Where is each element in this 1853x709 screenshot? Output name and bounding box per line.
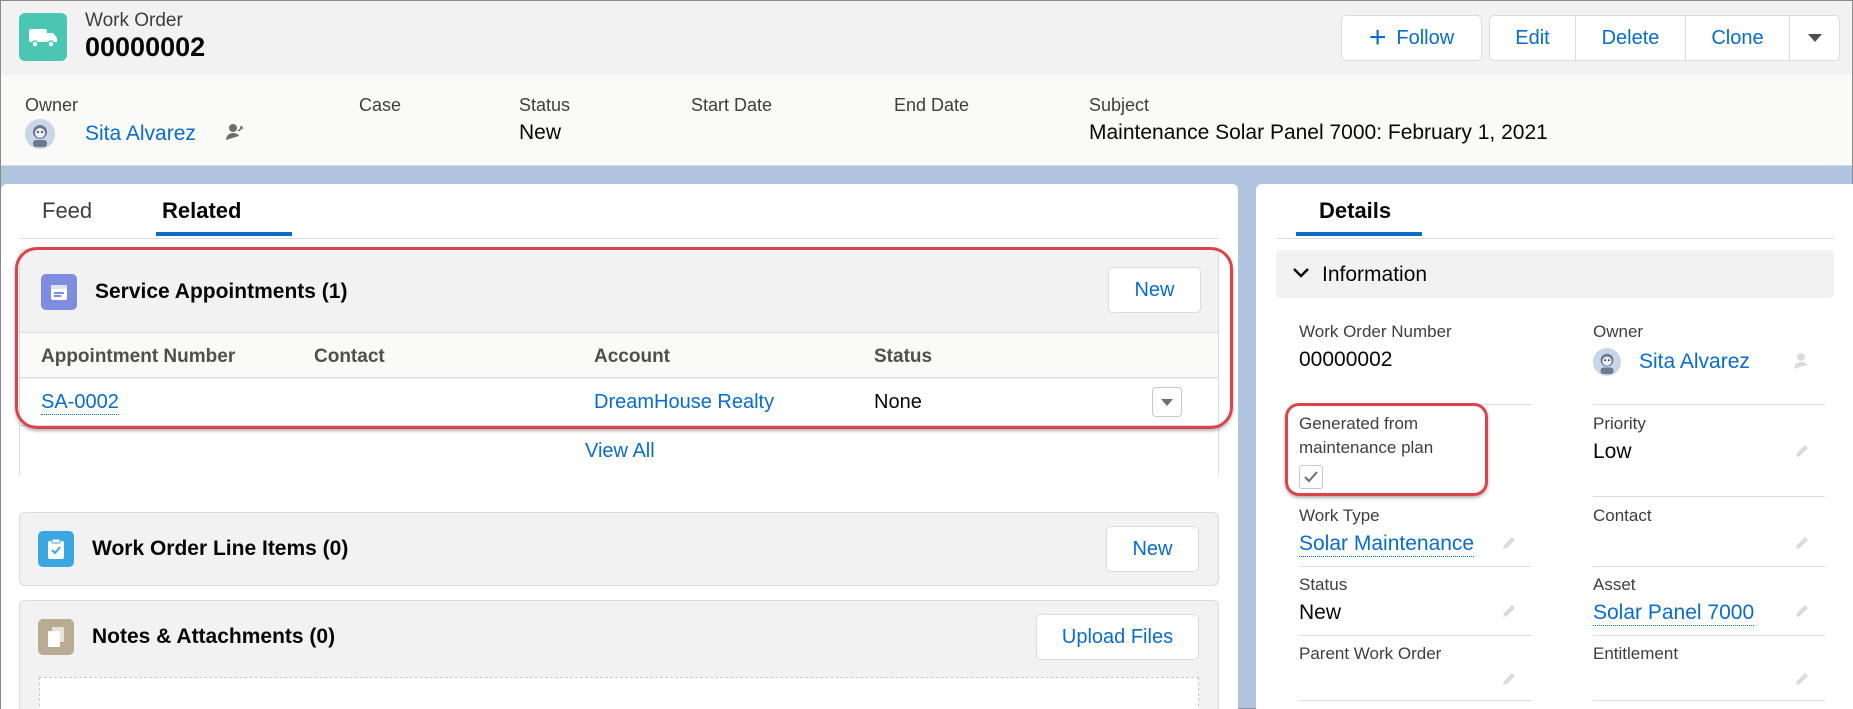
- divider: [1593, 635, 1825, 636]
- notes-attachments-title: Notes & Attachments (0): [92, 625, 336, 648]
- priority-field: Priority Low: [1593, 412, 1823, 464]
- status-label: Status: [519, 95, 571, 115]
- end-date-label: End Date: [894, 95, 970, 115]
- work-type-link[interactable]: Solar Maintenance: [1299, 532, 1475, 557]
- more-actions-button[interactable]: [1790, 15, 1840, 61]
- generated-from-plan-highlight: [1285, 403, 1488, 496]
- work-order-number-label: Work Order Number: [1299, 322, 1452, 341]
- active-tab-indicator: [156, 232, 292, 236]
- plus-icon: +: [1368, 21, 1387, 54]
- owner-field: Sita Alvarez: [25, 119, 244, 149]
- contact-label: Contact: [1593, 506, 1652, 525]
- avatar: [1593, 348, 1621, 376]
- information-section-header[interactable]: Information: [1276, 250, 1834, 298]
- new-line-item-button[interactable]: New: [1106, 526, 1199, 572]
- owner-detail-link[interactable]: Sita Alvarez: [1639, 350, 1750, 374]
- work-type-field: Work Type Solar Maintenance: [1299, 504, 1529, 557]
- line-items-card: Work Order Line Items (0) New: [19, 512, 1219, 586]
- record-title: 00000002: [85, 32, 206, 62]
- start-date-label: Start Date: [691, 95, 773, 115]
- asset-link[interactable]: Solar Panel 7000: [1593, 601, 1755, 626]
- parent-work-order-field: Parent Work Order: [1299, 642, 1529, 666]
- asset-label: Asset: [1593, 575, 1636, 594]
- change-owner-icon[interactable]: [224, 122, 244, 147]
- divider: [1593, 700, 1825, 701]
- edit-pencil-icon[interactable]: [1793, 534, 1811, 552]
- divider: [1593, 496, 1825, 497]
- status-detail-label: Status: [1299, 575, 1348, 594]
- owner-detail-field: Owner Sita Alvarez: [1593, 320, 1823, 376]
- contact-field: Contact: [1593, 504, 1823, 528]
- subject-value: Maintenance Solar Panel 7000: February 1…: [1089, 121, 1548, 144]
- divider: [1593, 404, 1825, 405]
- upload-files-button[interactable]: Upload Files: [1036, 614, 1199, 660]
- tab-details[interactable]: Details: [1319, 198, 1391, 224]
- divider: [1593, 566, 1825, 567]
- files-icon: [38, 619, 74, 655]
- active-tab-indicator: [1296, 232, 1422, 236]
- edit-pencil-icon[interactable]: [1793, 670, 1811, 688]
- status-detail-value: New: [1299, 601, 1342, 624]
- clone-button[interactable]: Clone: [1686, 15, 1790, 61]
- subject-label: Subject: [1089, 95, 1150, 115]
- status-detail-field: Status New: [1299, 573, 1529, 625]
- tab-bar: Feed Related: [19, 184, 1219, 239]
- parent-work-order-label: Parent Work Order: [1299, 644, 1442, 663]
- delete-button[interactable]: Delete: [1576, 15, 1686, 61]
- work-order-number-value: 00000002: [1299, 348, 1393, 371]
- edit-pencil-icon[interactable]: [1500, 602, 1518, 620]
- owner-detail-label: Owner: [1593, 322, 1644, 341]
- work-order-truck-icon: [19, 13, 67, 61]
- edit-button[interactable]: Edit: [1489, 15, 1576, 61]
- chevron-down-icon: [1293, 268, 1309, 278]
- entitlement-field: Entitlement: [1593, 642, 1823, 666]
- work-order-number-field: Work Order Number 00000002: [1299, 320, 1529, 372]
- header-top-bar: Work Order 00000002 + Follow Edit Delete…: [1, 1, 1852, 75]
- owner-link[interactable]: Sita Alvarez: [85, 122, 196, 146]
- work-type-label: Work Type: [1299, 506, 1380, 525]
- object-type-label: Work Order: [85, 10, 183, 31]
- line-items-title: Work Order Line Items (0): [92, 537, 349, 560]
- divider: [1299, 635, 1531, 636]
- edit-pencil-icon[interactable]: [1793, 442, 1811, 460]
- owner-label: Owner: [25, 95, 79, 115]
- tab-related[interactable]: Related: [162, 198, 241, 224]
- edit-pencil-icon[interactable]: [1793, 602, 1811, 620]
- details-tab-bar: Details: [1276, 184, 1834, 239]
- action-button-group: Edit Delete Clone: [1489, 15, 1840, 61]
- entitlement-label: Entitlement: [1593, 644, 1679, 663]
- file-drop-zone[interactable]: [39, 677, 1199, 709]
- service-appointments-highlight: [15, 247, 1233, 429]
- view-all-footer: View All: [20, 425, 1218, 480]
- case-label: Case: [359, 95, 402, 115]
- edit-pencil-icon[interactable]: [1500, 670, 1518, 688]
- status-value: New: [519, 121, 562, 144]
- priority-label: Priority: [1593, 414, 1646, 433]
- priority-value: Low: [1593, 440, 1632, 463]
- divider: [1299, 566, 1531, 567]
- tab-feed[interactable]: Feed: [42, 198, 92, 224]
- record-header: Work Order 00000002 + Follow Edit Delete…: [1, 1, 1852, 166]
- divider: [1299, 700, 1531, 701]
- follow-button[interactable]: + Follow: [1341, 15, 1482, 61]
- information-section-title: Information: [1322, 263, 1428, 286]
- change-owner-icon[interactable]: [1792, 352, 1814, 370]
- edit-pencil-icon[interactable]: [1500, 534, 1518, 552]
- caret-down-icon: [1807, 34, 1822, 42]
- follow-button-group: + Follow: [1341, 15, 1482, 61]
- view-all-link[interactable]: View All: [585, 440, 655, 463]
- clipboard-check-icon: [38, 531, 74, 567]
- asset-field: Asset Solar Panel 7000: [1593, 573, 1823, 626]
- avatar: [25, 119, 55, 149]
